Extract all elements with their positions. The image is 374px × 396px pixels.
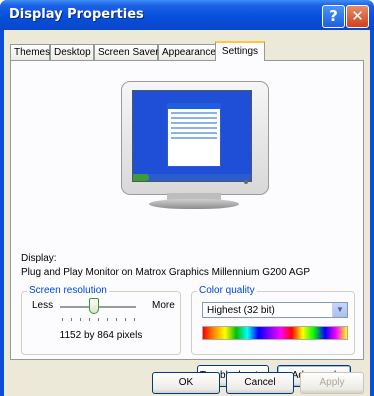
settings-panel: Display: Plug and Play Monitor on Matrox… [10, 60, 364, 387]
apply-button[interactable]: Apply [300, 372, 364, 394]
display-label: Display: [21, 253, 57, 264]
ok-button[interactable]: OK [152, 372, 220, 394]
tab-appearance[interactable]: Appearance [158, 44, 216, 60]
display-properties-window: Display Properties ? ✕ Themes Desktop Sc… [0, 0, 374, 396]
resolution-ticks [62, 318, 136, 321]
color-quality-title: Color quality [197, 285, 257, 296]
preview-window [167, 103, 221, 167]
help-button[interactable]: ? [322, 5, 345, 28]
tab-desktop[interactable]: Desktop [50, 44, 94, 60]
tab-screen-saver[interactable]: Screen Saver [94, 44, 159, 60]
preview-taskbar [133, 174, 251, 181]
resolution-more-label: More [152, 300, 175, 311]
monitor-preview [121, 81, 269, 209]
tab-settings[interactable]: Settings [215, 41, 265, 61]
close-button[interactable]: ✕ [346, 5, 369, 28]
window-title: Display Properties [9, 7, 144, 22]
cancel-button[interactable]: Cancel [226, 372, 294, 394]
resolution-slider-thumb[interactable] [89, 298, 100, 314]
tab-themes[interactable]: Themes [10, 44, 50, 60]
screen-resolution-title: Screen resolution [27, 285, 109, 296]
display-device-name: Plug and Play Monitor on Matrox Graphics… [21, 267, 311, 278]
color-quality-group: Color quality Highest (32 bit) ▼ [191, 285, 355, 355]
resolution-less-label: Less [32, 300, 54, 311]
power-led-icon [244, 180, 248, 184]
color-quality-value: Highest (32 bit) [207, 305, 275, 316]
monitor-screen [132, 90, 252, 182]
title-bar[interactable]: Display Properties ? ✕ [0, 0, 374, 30]
resolution-value: 1152 by 864 pixels [59, 330, 143, 341]
dialog-body: Themes Desktop Screen Saver Appearance S… [4, 30, 370, 396]
monitor-stand [149, 199, 239, 209]
color-quality-select[interactable]: Highest (32 bit) ▼ [202, 302, 348, 318]
monitor-bezel [121, 81, 269, 195]
screen-resolution-group: Screen resolution Less More 1152 by 864 … [21, 285, 181, 355]
chevron-down-icon[interactable]: ▼ [332, 303, 347, 317]
color-spectrum-bar [202, 326, 348, 340]
